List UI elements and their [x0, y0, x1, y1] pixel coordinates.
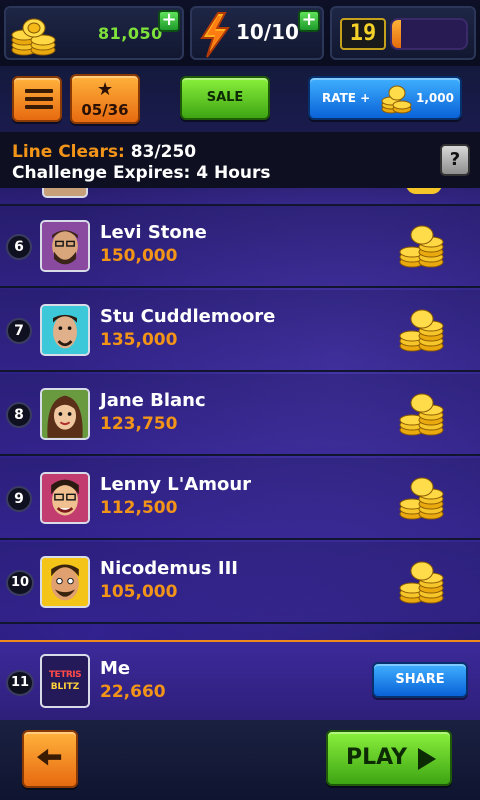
back-button[interactable] [22, 730, 78, 788]
star-icon: ★ [97, 79, 114, 100]
xp-progress-bar [390, 18, 468, 50]
coin-stack-icon [381, 85, 412, 114]
player-portrait-icon [42, 474, 88, 522]
tetris-blitz-logo-icon: TETRIS BLITZ [40, 654, 90, 708]
coin-stack-icon [406, 188, 442, 194]
player-portrait-icon [42, 222, 88, 270]
player-score: 22,660 [100, 682, 166, 702]
stars-count: 05/36 [81, 101, 129, 119]
player-level: 19 [340, 18, 386, 50]
logo-text-bottom: BLITZ [50, 682, 80, 692]
avatar [40, 472, 90, 524]
back-arrow-icon [37, 748, 62, 766]
player-score: 123,750 [100, 414, 178, 434]
player-name: Nicodemus III [100, 558, 239, 579]
avatar [42, 188, 88, 198]
coin-balance: 81,050 [98, 24, 163, 43]
player-name: Jane Blanc [100, 390, 206, 411]
coin-stack-icon [399, 393, 444, 436]
avatar [40, 388, 90, 440]
coin-stack-icon [11, 18, 56, 56]
rate-button[interactable]: RATE + 1,000 [308, 76, 462, 120]
table-row [0, 188, 480, 206]
lightning-bolt-icon [200, 12, 230, 58]
coin-stack-icon [399, 477, 444, 520]
player-name: Stu Cuddlemoore [100, 306, 276, 327]
help-button[interactable]: ? [440, 144, 470, 176]
rank-badge: 9 [6, 486, 32, 512]
avatar [40, 220, 90, 272]
player-portrait-icon [42, 390, 88, 438]
menu-button[interactable] [12, 76, 62, 122]
table-row: 9 Lenny L'Amour 112,500 [0, 458, 480, 540]
table-row: 8 Jane Blanc 123,750 [0, 374, 480, 456]
player-score: 135,000 [100, 330, 178, 350]
add-coins-button[interactable]: + [158, 10, 180, 32]
add-energy-button[interactable]: + [298, 10, 320, 32]
challenge-expiry: Challenge Expires: 4 Hours [12, 163, 271, 183]
coins-panel: 81,050 + [4, 6, 184, 60]
toolbar: ★ 05/36 SALE RATE + 1,000 [0, 66, 480, 132]
play-triangle-icon [418, 748, 436, 770]
line-clears-label: Line Clears: [12, 142, 125, 162]
avatar [40, 304, 90, 356]
share-button[interactable]: SHARE [372, 662, 468, 698]
play-label: PLAY [346, 745, 407, 770]
player-name: Lenny L'Amour [100, 474, 252, 495]
stars-button[interactable]: ★ 05/36 [70, 74, 140, 124]
my-rank-row: 11 TETRIS BLITZ Me 22,660 SHARE [0, 640, 480, 720]
level-panel: 19 [330, 6, 476, 60]
rank-badge: 11 [6, 670, 34, 696]
player-score: 150,000 [100, 246, 178, 266]
hamburger-menu-icon [25, 89, 53, 93]
coin-stack-icon [399, 225, 444, 268]
rank-badge: 8 [6, 402, 32, 428]
hud-bar: 81,050 + 10/10 + 19 [0, 0, 480, 66]
energy-count: 10/10 [236, 20, 299, 44]
player-portrait-icon [42, 306, 88, 354]
coin-stack-icon [399, 309, 444, 352]
leaderboard-list[interactable]: 6 Levi Stone 150,000 7 Stu Cuddlemoore 1… [0, 188, 480, 642]
table-row: 7 Stu Cuddlemoore 135,000 [0, 290, 480, 372]
bottom-bar: PLAY [0, 720, 480, 800]
avatar [40, 556, 90, 608]
coin-stack-icon [399, 561, 444, 604]
energy-panel: 10/10 + [190, 6, 324, 60]
logo-text-top: TETRIS [48, 670, 82, 680]
rate-label: RATE + [322, 91, 371, 105]
play-button[interactable]: PLAY [326, 730, 452, 786]
rate-reward-amount: 1,000 [416, 91, 454, 105]
rank-badge: 7 [6, 318, 32, 344]
xp-progress-fill [392, 20, 401, 48]
player-name: Me [100, 658, 131, 679]
line-clears-progress: Line Clears: 83/250 [12, 142, 196, 162]
player-score: 112,500 [100, 498, 178, 518]
challenge-info: Line Clears: 83/250 Challenge Expires: 4… [0, 132, 480, 188]
player-score: 105,000 [100, 582, 178, 602]
rank-badge: 10 [6, 570, 34, 596]
player-name: Levi Stone [100, 222, 207, 243]
player-portrait-icon [42, 558, 88, 606]
table-row: 6 Levi Stone 150,000 [0, 206, 480, 288]
sale-button[interactable]: SALE [180, 76, 270, 120]
line-clears-value: 83/250 [130, 142, 197, 162]
table-row: 10 Nicodemus III 105,000 [0, 542, 480, 624]
rank-badge: 6 [6, 234, 32, 260]
